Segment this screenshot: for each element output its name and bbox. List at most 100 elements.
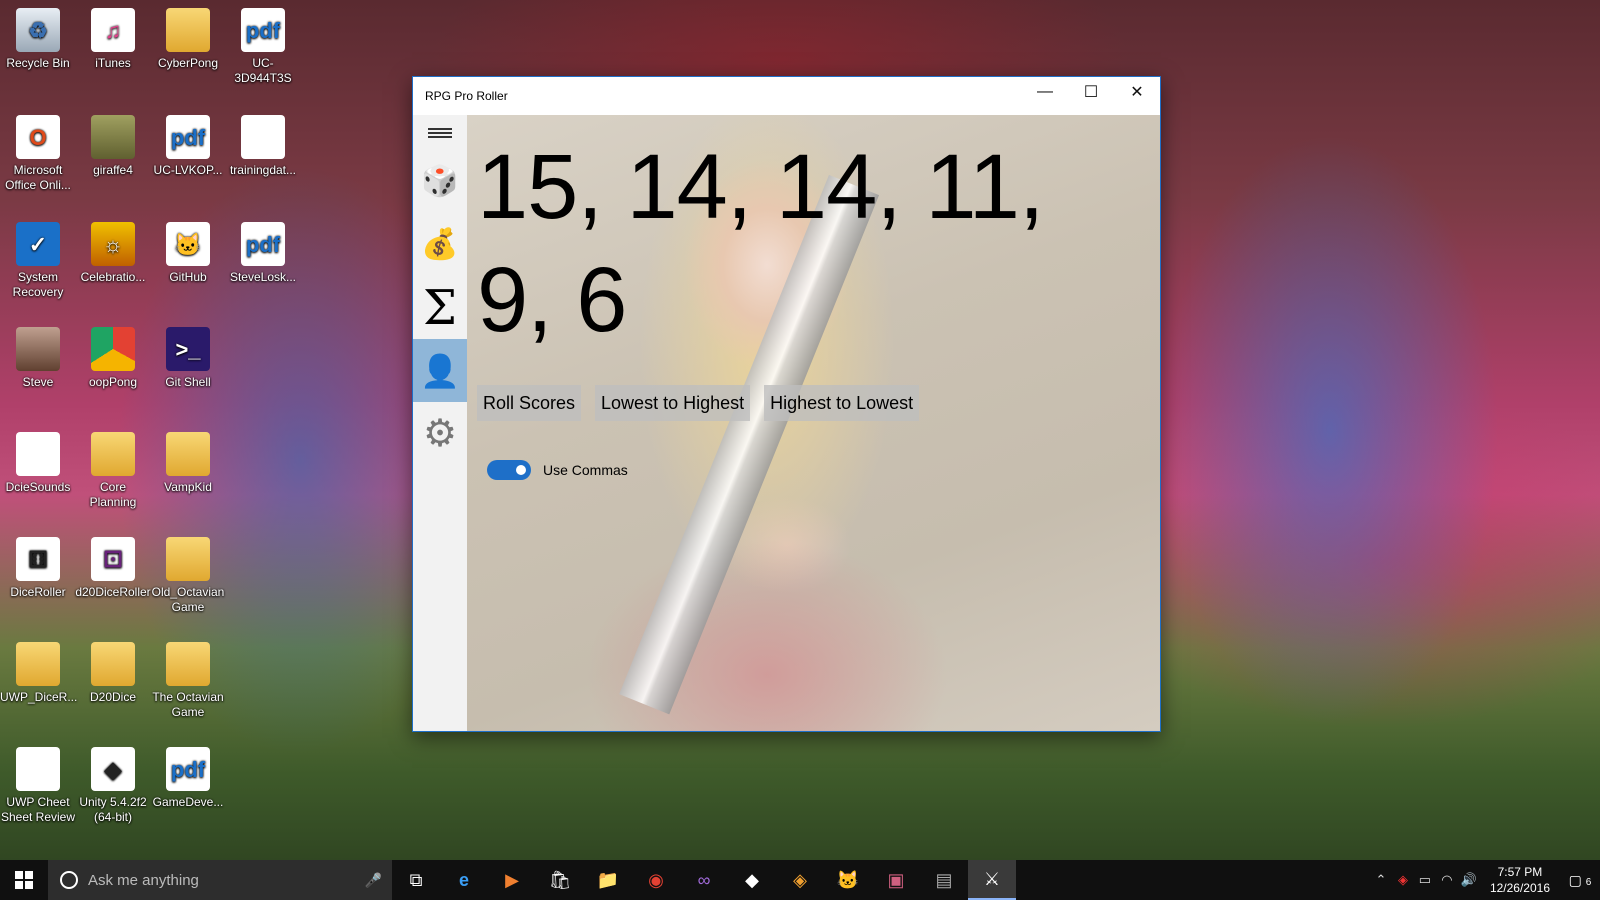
desktop-icon-label: trainingdat...	[229, 163, 297, 177]
folder-icon	[166, 432, 210, 476]
file-explorer-icon[interactable]: 📁	[584, 860, 632, 900]
pdf-icon: pdf	[166, 747, 210, 791]
desktop-icon-steve[interactable]: Steve	[0, 327, 76, 390]
roll-scores-button[interactable]: Roll Scores	[477, 385, 582, 421]
desktop-icon-label: GitHub	[169, 270, 207, 284]
desktop-icon-old-octavian[interactable]: Old_Octavian Game	[150, 537, 226, 615]
desktop-icon-gamedeve[interactable]: pdf GameDeve...	[150, 747, 226, 810]
desktop-icon-label: d20DiceRoller	[75, 585, 151, 599]
rpg-pro-roller-taskbar-icon[interactable]: ⚔	[968, 860, 1016, 900]
app-icon[interactable]: ▤	[920, 860, 968, 900]
desktop-icon-label: Core Planning	[89, 480, 137, 509]
ability-scores-text: 15, 14, 14, 11, 9, 6	[477, 136, 1044, 351]
recycle-bin-icon: ♻	[16, 8, 60, 52]
gear-icon: ⚙	[422, 413, 458, 455]
desktop-icon-ooppong[interactable]: oopPong	[75, 327, 151, 390]
desktop-icon-github[interactable]: 🐱 GitHub	[150, 222, 226, 285]
windows-logo-icon	[15, 871, 33, 889]
github-icon[interactable]: 🐱	[824, 860, 872, 900]
close-button[interactable]: ✕	[1114, 77, 1160, 107]
chevron-up-icon[interactable]: ⌃	[1370, 872, 1392, 888]
nav-item-sum[interactable]: Σ	[413, 276, 467, 339]
desktop-icon-d20diceroller[interactable]: ⚀ d20DiceRoller	[75, 537, 151, 600]
money-bag-icon: 💰	[421, 228, 459, 261]
desktop-icon-label: UC-3D944T3S	[234, 56, 292, 85]
battery-icon[interactable]: ▭	[1414, 872, 1436, 888]
search-placeholder: Ask me anything	[88, 871, 199, 889]
desktop-icon-giraffe4[interactable]: giraffe4	[75, 115, 151, 178]
user-photo-icon	[16, 327, 60, 371]
desktop-icon-label: DcieSounds	[5, 480, 71, 494]
folder-icon	[166, 8, 210, 52]
unity-icon[interactable]: ◆	[728, 860, 776, 900]
visual-studio-icon[interactable]: ∞	[680, 860, 728, 900]
clock-date: 12/26/2016	[1489, 881, 1550, 895]
task-view-button[interactable]: ⧉	[392, 860, 440, 900]
desktop-icon-label: CyberPong	[157, 56, 219, 70]
action-center-button[interactable]: ▢ 6	[1560, 872, 1600, 889]
volume-icon[interactable]: 🔊	[1458, 872, 1480, 888]
folder-icon	[91, 432, 135, 476]
desktop-icon-label: Unity 5.4.2f2 (64-bit)	[79, 795, 147, 824]
desktop-icon-d20dice[interactable]: D20Dice	[75, 642, 151, 705]
git-icon[interactable]: ◈	[776, 860, 824, 900]
image-icon	[91, 115, 135, 159]
use-commas-toggle[interactable]	[487, 460, 531, 480]
edge-icon[interactable]: e	[440, 860, 488, 900]
office-icon: O	[16, 115, 60, 159]
use-commas-label: Use Commas	[543, 462, 628, 478]
desktop-icon-uwp-cheet-sheet[interactable]: UWP Cheet Sheet Review	[0, 747, 76, 825]
desktop-icon-label: System Recovery	[12, 270, 64, 299]
desktop-icon-label: Git Shell	[165, 375, 211, 389]
minimize-button[interactable]: —	[1022, 77, 1068, 107]
desktop-icon-itunes[interactable]: ♫ iTunes	[75, 8, 151, 71]
media-player-icon[interactable]: ▶	[488, 860, 536, 900]
desktop-icon-label: GameDeve...	[152, 795, 224, 809]
use-commas-toggle-row: Use Commas	[487, 460, 628, 480]
sort-button-row: Roll Scores Lowest to Highest Highest to…	[477, 385, 920, 421]
microphone-icon[interactable]: 🎤	[365, 872, 382, 889]
nav-item-dice[interactable]: 🎲	[413, 150, 467, 213]
desktop-icon-dciesounds[interactable]: DcieSounds	[0, 432, 76, 495]
desktop-icon-uc-lvkop[interactable]: pdf UC-LVKOP...	[150, 115, 226, 178]
nav-pane: 🎲 💰 Σ 👤 ⚙	[413, 115, 467, 731]
desktop-icon-uc-3d944t3s[interactable]: pdf UC-3D944T3S	[225, 8, 301, 86]
desktop-icon-diceroller[interactable]: ⚅ DiceRoller	[0, 537, 76, 600]
desktop-icon-vampkid[interactable]: VampKid	[150, 432, 226, 495]
chrome-icon[interactable]: ◉	[632, 860, 680, 900]
antivirus-icon[interactable]: ◈	[1392, 872, 1414, 888]
nav-item-bag[interactable]: 💰	[413, 213, 467, 276]
wifi-icon[interactable]: ◠	[1436, 872, 1458, 888]
desktop-icon-cyberpong[interactable]: CyberPong	[150, 8, 226, 71]
desktop-icon-uwp-dicer[interactable]: UWP_DiceR...	[0, 642, 78, 705]
highest-to-lowest-button[interactable]: Highest to Lowest	[764, 385, 920, 421]
cortana-search-box[interactable]: Ask me anything 🎤	[48, 860, 392, 900]
clock[interactable]: 7:57 PM 12/26/2016	[1490, 864, 1550, 896]
hamburger-menu-button[interactable]	[413, 115, 467, 150]
clock-time: 7:57 PM	[1497, 865, 1543, 879]
desktop-icon-celebration[interactable]: ☼ Celebratio...	[75, 222, 151, 285]
desktop-icon-git-shell[interactable]: >_ Git Shell	[150, 327, 226, 390]
desktop-icon-label: The Octavian Game	[152, 690, 224, 719]
desktop-icon-system-recovery[interactable]: ✓ System Recovery	[0, 222, 76, 300]
maximize-button[interactable]: ☐	[1068, 77, 1114, 107]
visual-studio-solution-icon: ⚀	[91, 537, 135, 581]
desktop-icon-unity[interactable]: ◆ Unity 5.4.2f2 (64-bit)	[75, 747, 151, 825]
app-body: 🎲 💰 Σ 👤 ⚙ 15, 14, 14, 11, 9, 6 Roll Scor…	[413, 115, 1160, 731]
desktop-icon-trainingdat[interactable]: trainingdat...	[225, 115, 301, 178]
window-controls: — ☐ ✕	[1022, 77, 1160, 107]
title-bar[interactable]: RPG Pro Roller — ☐ ✕	[413, 77, 1160, 115]
desktop-icon-recycle-bin[interactable]: ♻ Recycle Bin	[0, 8, 76, 71]
desktop-icon-octavian-game[interactable]: The Octavian Game	[150, 642, 226, 720]
desktop-icon-stevelosk[interactable]: pdf SteveLosk...	[225, 222, 301, 285]
app-icon[interactable]: ▣	[872, 860, 920, 900]
desktop-icon-core-planning[interactable]: Core Planning	[75, 432, 151, 510]
dice-icon: ⚅	[16, 537, 60, 581]
nav-item-settings[interactable]: ⚙	[413, 402, 467, 465]
desktop-icon-label: UWP_DiceR...	[0, 690, 78, 704]
lowest-to-highest-button[interactable]: Lowest to Highest	[595, 385, 751, 421]
desktop-icon-office[interactable]: O Microsoft Office Onli...	[0, 115, 76, 193]
start-button[interactable]	[0, 860, 48, 900]
nav-item-character[interactable]: 👤	[413, 339, 467, 402]
store-icon[interactable]: 🛍	[536, 860, 584, 900]
